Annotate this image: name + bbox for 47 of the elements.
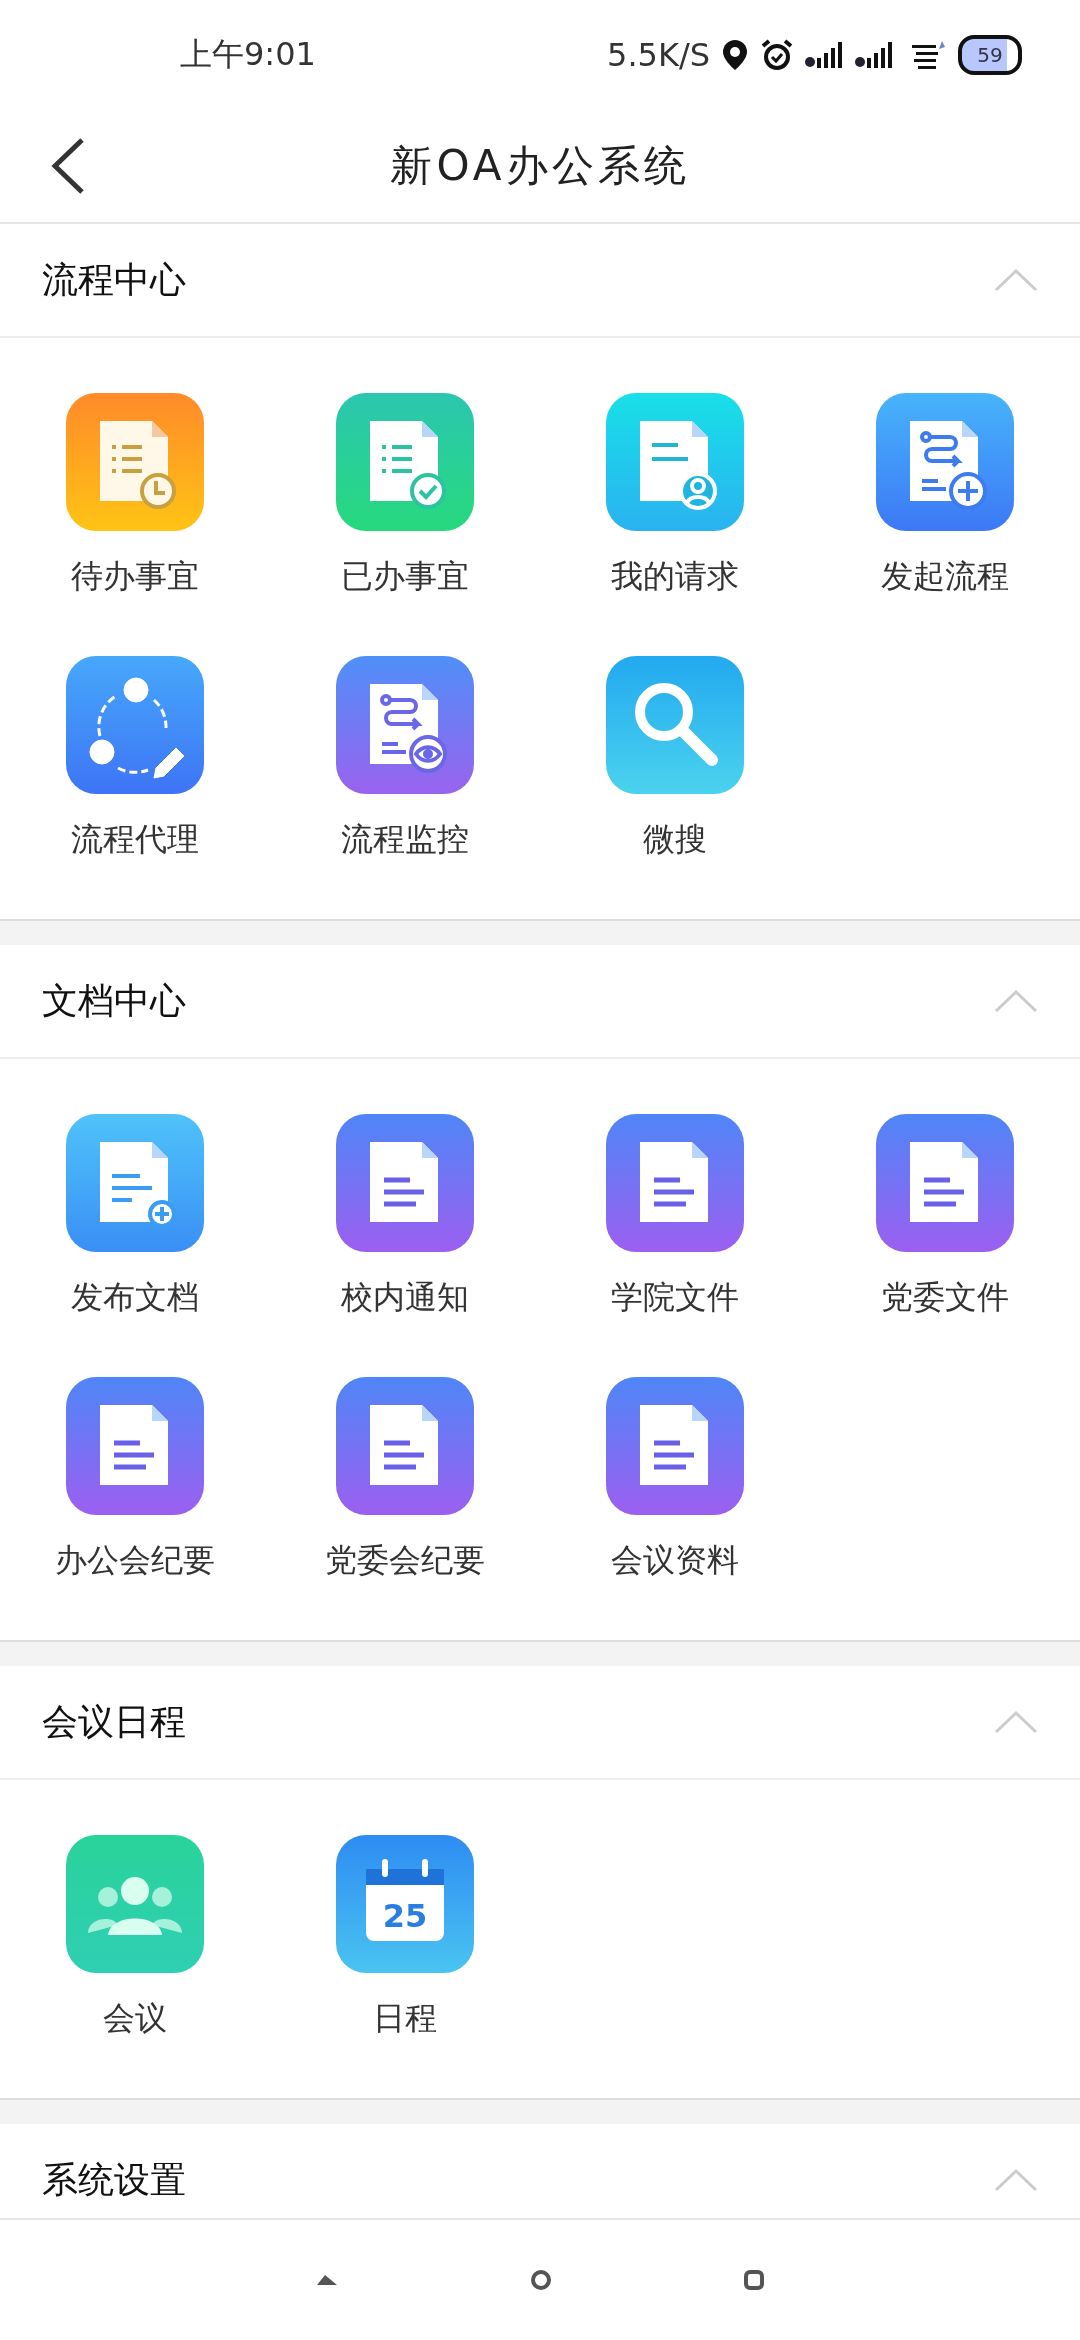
search-icon (606, 656, 744, 794)
app-shortcut[interactable]: 发起流程 (810, 393, 1080, 656)
app-shortcut[interactable]: 党委会纪要 (270, 1377, 540, 1640)
app-shortcut[interactable]: 党委文件 (810, 1114, 1080, 1377)
app-shortcut[interactable]: 学院文件 (540, 1114, 810, 1377)
signal-icon (854, 40, 894, 70)
document-plus-icon (66, 1114, 204, 1252)
document-clock-icon (66, 393, 204, 531)
app-shortcut[interactable]: 流程监控 (270, 656, 540, 919)
document-plus-icon (876, 393, 1014, 531)
app-shortcut[interactable]: 微搜 (540, 656, 810, 919)
document-eye-icon (336, 656, 474, 794)
section-header[interactable]: 流程中心 (0, 224, 1080, 338)
location-pin-icon (720, 38, 750, 72)
network-speed: 5.5K/S (607, 36, 710, 74)
document-icon (336, 1377, 474, 1515)
document-icon (606, 1114, 744, 1252)
back-icon[interactable] (50, 137, 86, 195)
document-icon (66, 1377, 204, 1515)
app-shortcut[interactable]: 我的请求 (540, 393, 810, 656)
alarm-clock-icon (760, 38, 794, 72)
status-time: 上午9:01 (180, 34, 316, 75)
document-icon (336, 1114, 474, 1252)
document-icon (876, 1114, 1014, 1252)
circle-nodes-pencil-icon (66, 656, 204, 794)
app-shortcut[interactable]: 校内通知 (270, 1114, 540, 1377)
recents-icon[interactable] (742, 2269, 765, 2291)
app-shortcut[interactable]: 25 日程 (270, 1835, 540, 2098)
home-icon[interactable] (530, 2269, 552, 2291)
app-shortcut[interactable]: 会议资料 (540, 1377, 810, 1640)
app-shortcut[interactable]: 已办事宜 (270, 393, 540, 656)
app-shortcut[interactable]: 会议 (0, 1835, 270, 2098)
page-title: 新OA办公系统 (390, 140, 690, 192)
calendar-icon (336, 1835, 474, 1973)
app-shortcut[interactable]: 发布文档 (0, 1114, 270, 1377)
document-person-icon (606, 393, 744, 531)
signal-icon (804, 40, 844, 70)
app-shortcut[interactable]: 办公会纪要 (0, 1377, 270, 1640)
section-header[interactable]: 会议日程 (0, 1666, 1080, 1780)
document-icon (606, 1377, 744, 1515)
people-icon (66, 1835, 204, 1973)
document-check-icon (336, 393, 474, 531)
section-header[interactable]: 文档中心 (0, 945, 1080, 1059)
battery-level: 59 (977, 43, 1003, 67)
app-shortcut[interactable]: 待办事宜 (0, 393, 270, 656)
calendar-date: 25 (381, 1897, 429, 1935)
app-shortcut[interactable]: 流程代理 (0, 656, 270, 919)
